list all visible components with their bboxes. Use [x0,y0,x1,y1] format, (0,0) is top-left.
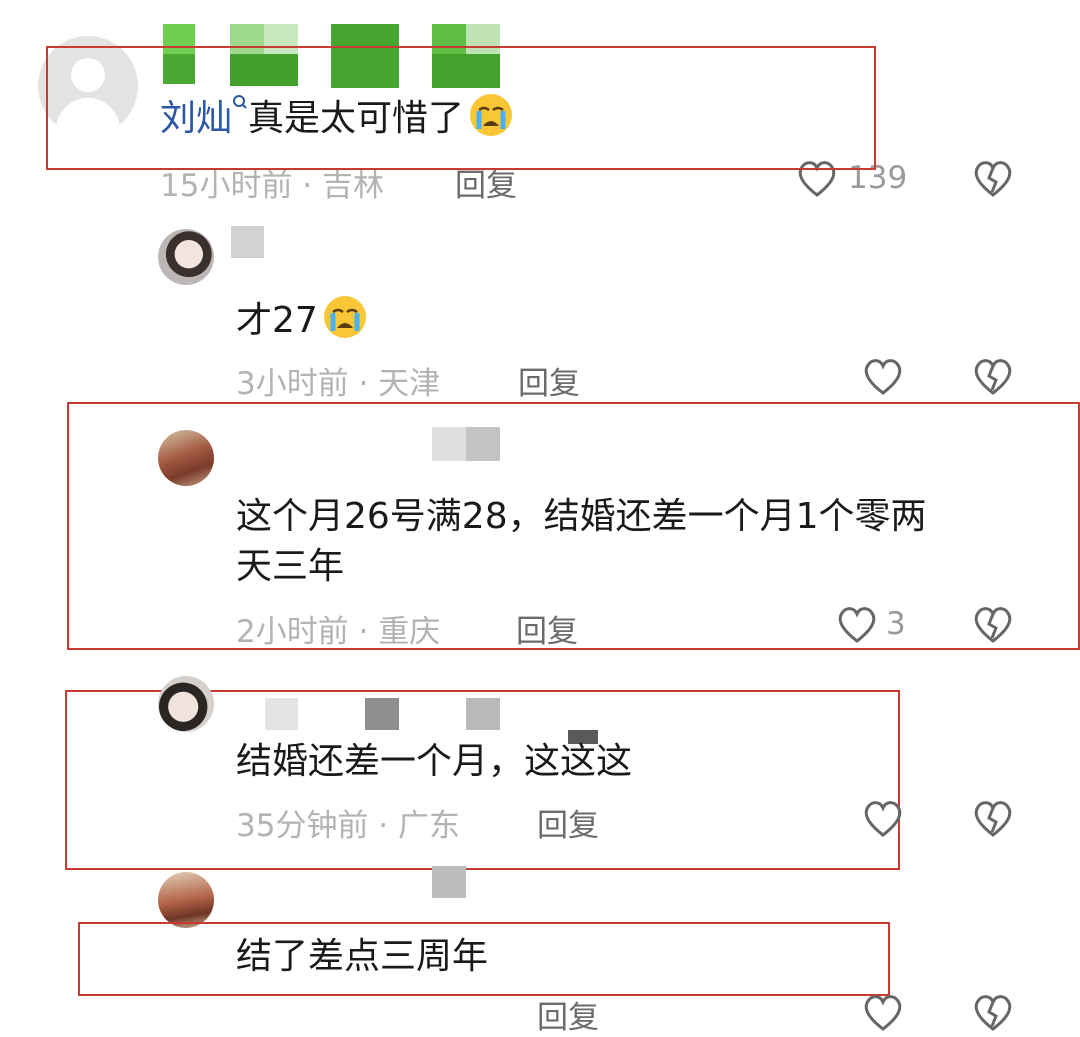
avatar[interactable] [158,430,214,486]
heart-icon[interactable] [862,992,904,1032]
heart-icon[interactable] [836,604,878,644]
avatar[interactable] [158,676,214,732]
reply-button[interactable]: 回复 [537,800,599,845]
comment-meta: 35分钟前 · 广东 [236,808,461,844]
avatar[interactable] [158,229,214,285]
crying-face-emoji [322,294,368,340]
username-mosaic [432,866,466,898]
heart-icon[interactable] [862,356,904,396]
comment-text-line-1: 这个月26号满28，结婚还差一个月1个零两 [236,496,927,537]
reply-button[interactable]: 回复 [537,992,599,1037]
broken-heart-icon[interactable] [972,798,1014,838]
heart-icon[interactable] [862,798,904,838]
broken-heart-icon[interactable] [972,158,1014,198]
comment-meta: 3小时前 · 天津 [236,366,441,402]
highlight-box [46,46,876,170]
like-count: 3 [886,606,906,642]
comment-text-line-2: 天三年 [236,546,345,587]
comment-text: 结婚还差一个月，这这这 [236,741,633,782]
comment-text: 结了差点三周年 [236,936,489,977]
comment-meta: 2小时前 · 重庆 [236,614,441,650]
reply-button[interactable]: 回复 [518,358,580,403]
reply-button[interactable]: 回复 [516,606,578,651]
comment-text: 才27 [236,294,368,346]
broken-heart-icon[interactable] [972,604,1014,644]
avatar[interactable] [158,872,214,928]
broken-heart-icon[interactable] [972,992,1014,1032]
username-mosaic [231,226,264,258]
broken-heart-icon[interactable] [972,356,1014,396]
